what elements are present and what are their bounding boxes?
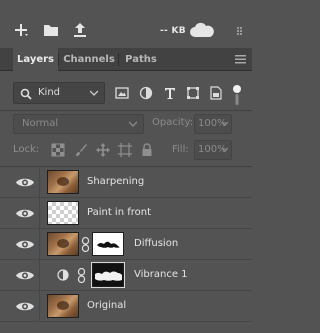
tab-divider xyxy=(58,53,59,66)
add-icon[interactable] xyxy=(13,22,29,38)
column-divider xyxy=(39,291,40,322)
visibility-eye-icon[interactable] xyxy=(15,300,35,313)
mask-link-icon[interactable] xyxy=(81,237,90,252)
filter-pixel-icon[interactable] xyxy=(115,86,129,100)
layer-row-original[interactable]: Original xyxy=(0,291,252,322)
lock-all-icon[interactable] xyxy=(140,143,154,157)
layers-list: Sharpening Paint in front Diffusion Vibr… xyxy=(0,167,252,333)
filter-adjustment-icon[interactable] xyxy=(139,86,153,100)
mask-link-icon[interactable] xyxy=(77,268,86,283)
lock-label: Lock: xyxy=(13,144,40,155)
column-divider xyxy=(39,229,40,260)
layer-mask-thumbnail[interactable] xyxy=(91,262,125,288)
opacity-field[interactable]: 100% xyxy=(194,114,232,134)
fill-field[interactable]: 100% xyxy=(194,140,232,160)
opacity-label: Opacity: xyxy=(152,117,194,128)
layer-thumbnail xyxy=(47,232,79,256)
column-divider xyxy=(39,167,40,198)
visibility-eye-icon[interactable] xyxy=(15,238,35,251)
layer-name[interactable]: Original xyxy=(87,300,126,311)
visibility-eye-icon[interactable] xyxy=(15,207,35,220)
tab-layers[interactable]: Layers xyxy=(13,48,58,72)
blend-row: Normal Opacity: 100% xyxy=(0,114,252,136)
lock-image-pixels-icon[interactable] xyxy=(74,143,88,157)
chevron-down-icon xyxy=(90,90,98,96)
layer-thumbnail xyxy=(47,294,79,318)
filter-toggle-icon[interactable] xyxy=(232,84,242,106)
panel-tab-bar: Layers Channels Paths xyxy=(0,48,252,72)
tab-paths[interactable]: Paths xyxy=(120,48,162,71)
column-divider xyxy=(39,198,40,229)
panel-menu-icon[interactable] xyxy=(235,54,246,64)
layer-row-vibrance-1[interactable]: Vibrance 1 xyxy=(0,260,252,291)
filter-smart-object-icon[interactable] xyxy=(209,86,223,100)
upload-icon[interactable] xyxy=(72,22,88,38)
folder-icon[interactable] xyxy=(43,22,59,38)
layer-thumbnail xyxy=(47,170,79,194)
layer-row-diffusion[interactable]: Diffusion xyxy=(0,229,252,260)
adjustment-layer-icon[interactable] xyxy=(57,269,69,281)
filter-shape-icon[interactable] xyxy=(186,86,200,100)
layers-panel: Layers Channels Paths Kind Normal Opacit… xyxy=(0,48,252,333)
tab-channels[interactable]: Channels xyxy=(60,48,118,71)
layer-row-paint-in-front[interactable]: Paint in front xyxy=(0,198,252,229)
layer-row-sharpening[interactable]: Sharpening xyxy=(0,167,252,198)
library-size-label: -- KB xyxy=(160,26,186,36)
mask-shape xyxy=(97,241,120,248)
layer-name[interactable]: Vibrance 1 xyxy=(134,269,188,280)
layer-mask-thumbnail[interactable] xyxy=(92,232,124,256)
blend-mode-dropdown[interactable]: Normal xyxy=(13,114,144,134)
divider xyxy=(0,110,252,111)
filter-type-icon[interactable] xyxy=(163,86,177,100)
layer-name[interactable]: Sharpening xyxy=(87,176,144,187)
cloud-icon[interactable] xyxy=(189,22,215,38)
layer-thumbnail xyxy=(47,201,79,225)
column-divider xyxy=(39,260,40,291)
visibility-eye-icon[interactable] xyxy=(15,269,35,282)
mask-shape xyxy=(95,271,122,281)
lock-transparent-pixels-icon[interactable] xyxy=(51,143,65,157)
layer-name[interactable]: Diffusion xyxy=(134,238,178,249)
cloud-toolbar: -- KB xyxy=(0,0,252,48)
fill-label: Fill: xyxy=(172,144,189,155)
visibility-eye-icon[interactable] xyxy=(15,176,35,189)
chevron-down-icon xyxy=(129,121,137,127)
lock-artboard-icon[interactable] xyxy=(118,143,132,157)
drag-grip-icon[interactable] xyxy=(237,27,242,35)
search-icon xyxy=(20,88,32,100)
blend-mode-value: Normal xyxy=(22,118,59,129)
filter-kind-dropdown[interactable]: Kind xyxy=(13,82,105,104)
layer-filter-row: Kind xyxy=(0,82,252,106)
filter-kind-label: Kind xyxy=(38,87,61,98)
chevron-down-icon xyxy=(222,147,228,152)
tab-divider xyxy=(118,53,119,66)
lock-row: Lock: Fill: 100% xyxy=(0,139,252,163)
layer-name[interactable]: Paint in front xyxy=(87,207,151,218)
chevron-down-icon xyxy=(222,121,228,126)
lock-position-icon[interactable] xyxy=(96,143,110,157)
